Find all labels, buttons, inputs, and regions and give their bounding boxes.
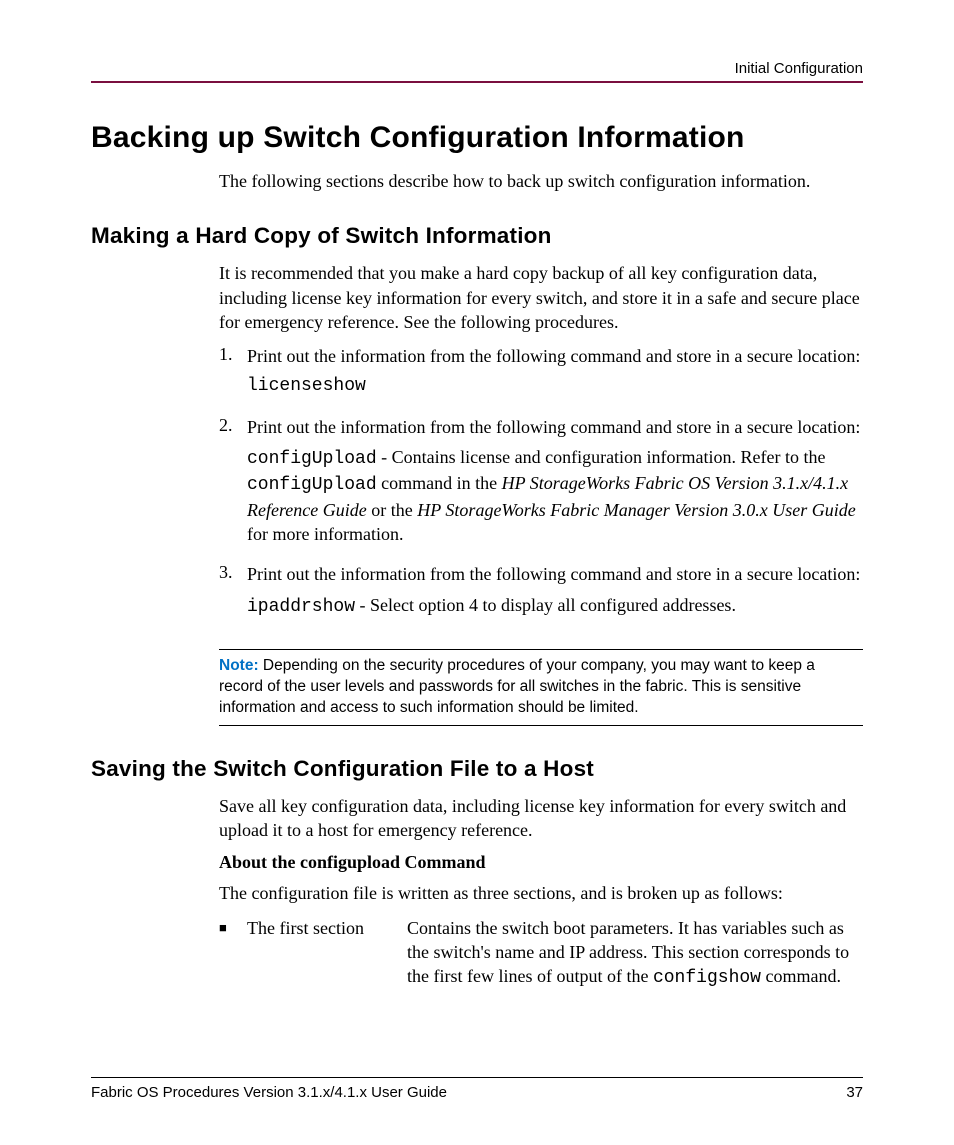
procedure-step-2: 2. Print out the information from the fo… — [219, 415, 863, 552]
step-number: 2. — [219, 415, 247, 552]
reference-title: HP StorageWorks Fabric Manager Version 3… — [417, 500, 855, 520]
step-detail: configUpload - Contains license and conf… — [247, 445, 863, 546]
command-text: licenseshow — [247, 374, 863, 398]
intro-paragraph: The following sections describe how to b… — [219, 169, 863, 193]
text-run: or the — [367, 500, 417, 520]
step-number: 3. — [219, 562, 247, 625]
text-run: - Contains license and configuration inf… — [377, 447, 826, 467]
definition-item: ■ The first section Contains the switch … — [219, 916, 863, 991]
sec2-paragraph: Save all key configuration data, includi… — [219, 794, 863, 843]
subheading-configupload: About the configupload Command — [219, 852, 863, 873]
definition-term: The first section — [247, 916, 407, 991]
running-header: Initial Configuration — [91, 60, 863, 77]
command-text: ipaddrshow — [247, 597, 355, 617]
sec2-paragraph-2: The configuration file is written as thr… — [219, 881, 863, 905]
step-text: Print out the information from the follo… — [247, 344, 863, 368]
text-run: command. — [761, 966, 841, 986]
note-rule-top — [219, 649, 863, 650]
footer-title: Fabric OS Procedures Version 3.1.x/4.1.x… — [91, 1084, 447, 1101]
step-text: Print out the information from the follo… — [247, 415, 863, 439]
step-detail: ipaddrshow - Select option 4 to display … — [247, 593, 863, 619]
command-text: configUpload — [247, 475, 377, 495]
note-block: Note: Depending on the security procedur… — [219, 656, 863, 719]
section-heading-saving: Saving the Switch Configuration File to … — [91, 756, 863, 782]
procedure-step-3: 3. Print out the information from the fo… — [219, 562, 863, 625]
note-rule-bottom — [219, 725, 863, 726]
text-run: command in the — [377, 473, 502, 493]
definition-description: Contains the switch boot parameters. It … — [407, 916, 863, 991]
command-text: configshow — [653, 968, 761, 988]
page-footer: Fabric OS Procedures Version 3.1.x/4.1.x… — [91, 1077, 863, 1101]
step-text: Print out the information from the follo… — [247, 562, 863, 586]
procedure-step-1: 1. Print out the information from the fo… — [219, 344, 863, 405]
step-number: 1. — [219, 344, 247, 405]
text-run: for more information. — [247, 524, 403, 544]
note-label: Note: — [219, 657, 259, 674]
page-title: Backing up Switch Configuration Informat… — [91, 121, 863, 155]
sec1-paragraph: It is recommended that you make a hard c… — [219, 261, 863, 334]
text-run: - Select option 4 to display all configu… — [355, 595, 736, 615]
command-text: configUpload — [247, 449, 377, 469]
note-text: Depending on the security procedures of … — [219, 657, 815, 716]
section-heading-hardcopy: Making a Hard Copy of Switch Information — [91, 223, 863, 249]
page-number: 37 — [846, 1084, 863, 1101]
procedure-list: 1. Print out the information from the fo… — [219, 344, 863, 625]
bullet-icon: ■ — [219, 916, 247, 991]
definition-list: ■ The first section Contains the switch … — [219, 916, 863, 991]
header-rule — [91, 81, 863, 83]
